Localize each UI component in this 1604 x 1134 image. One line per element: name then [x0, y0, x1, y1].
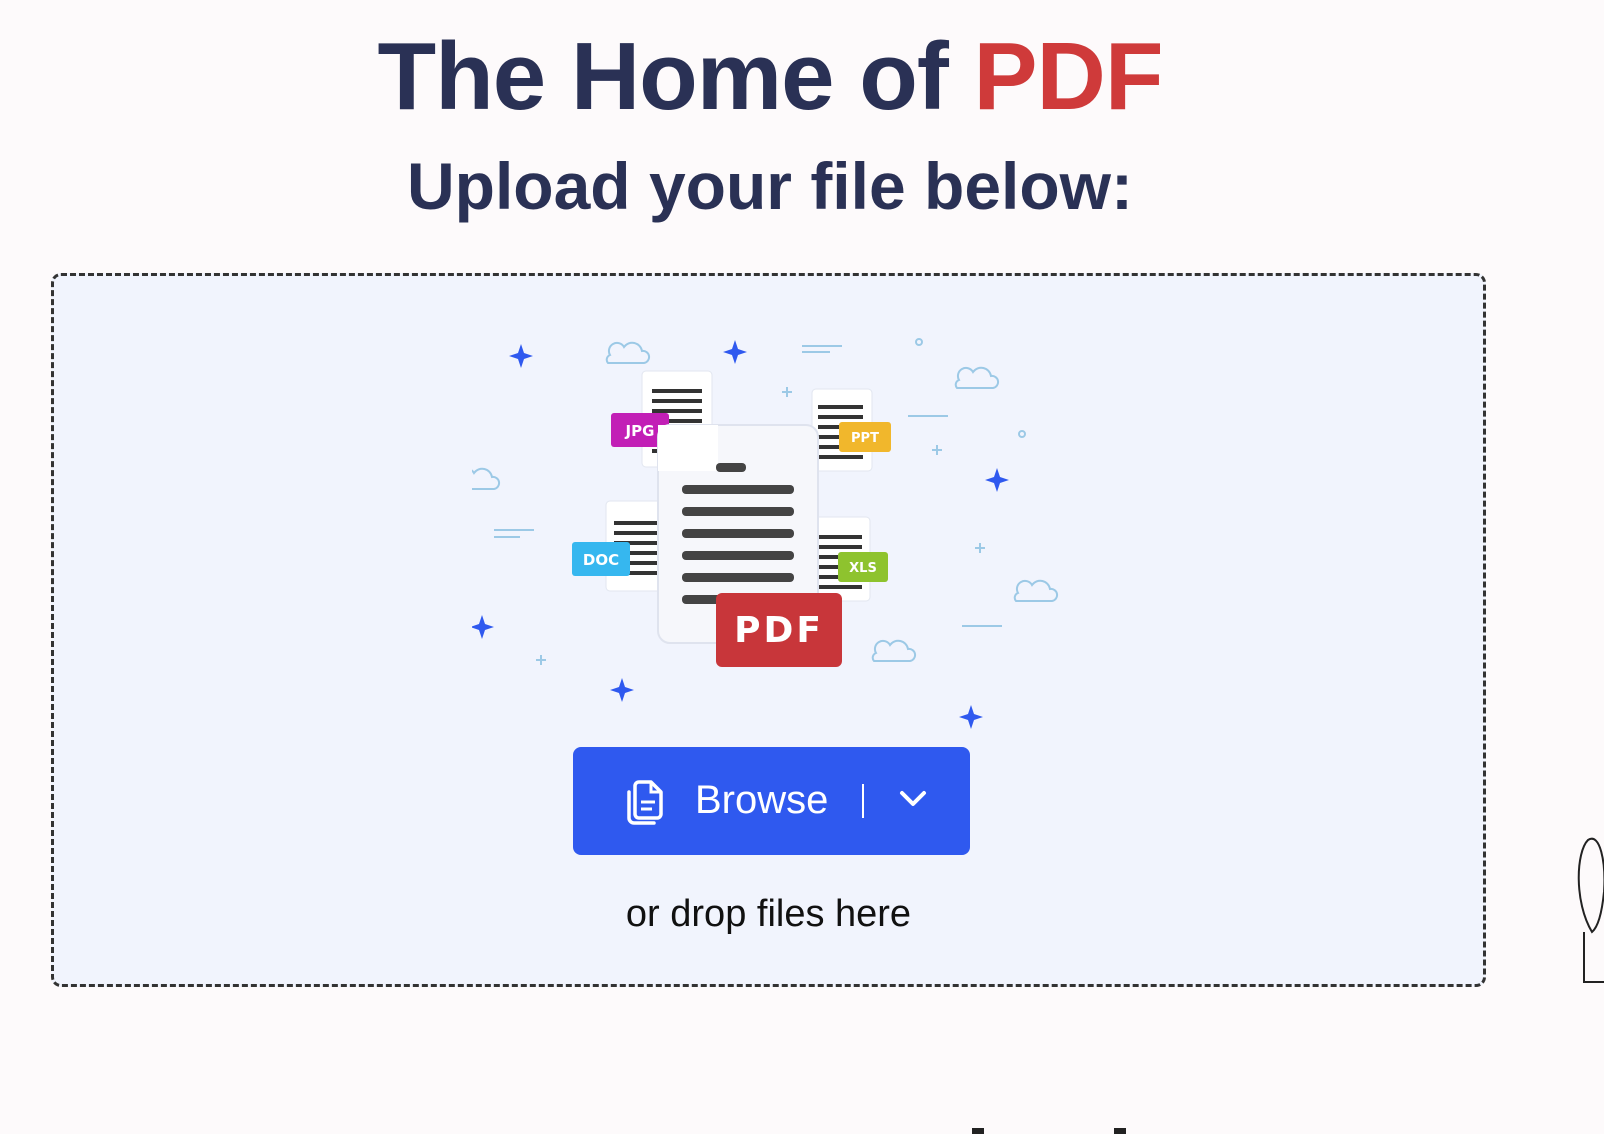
title-accent: PDF: [973, 23, 1164, 130]
browse-label: Browse: [695, 778, 829, 822]
page-subtitle: Upload your file below:: [406, 149, 1134, 223]
svg-text:JPG: JPG: [625, 422, 655, 440]
plant-decoration: [1577, 837, 1604, 983]
svg-text:XLS: XLS: [849, 561, 877, 576]
files-icon: [627, 780, 663, 825]
button-divider: [862, 784, 864, 818]
file-dropzone[interactable]: JPG PPT DOC XLS PDF Browse or drop files…: [51, 273, 1486, 987]
chevron-down-icon[interactable]: [899, 789, 927, 809]
decoration-mark: [972, 1128, 984, 1134]
browse-button[interactable]: Browse: [573, 747, 970, 855]
page-title: The Home of PDF: [0, 22, 1540, 132]
svg-text:PPT: PPT: [851, 431, 879, 446]
doc-document-icon: DOC: [572, 500, 667, 592]
drop-files-hint: or drop files here: [625, 893, 912, 935]
xls-document-icon: XLS: [813, 516, 888, 602]
pdf-document-icon: PDF: [657, 424, 842, 667]
svg-text:PDF: PDF: [734, 610, 824, 651]
ppt-document-icon: PPT: [811, 388, 891, 472]
file-types-illustration: JPG PPT DOC XLS PDF: [472, 338, 1059, 729]
svg-text:DOC: DOC: [583, 551, 619, 569]
decoration-mark: [1114, 1128, 1126, 1134]
title-prefix: The Home of: [377, 23, 974, 130]
